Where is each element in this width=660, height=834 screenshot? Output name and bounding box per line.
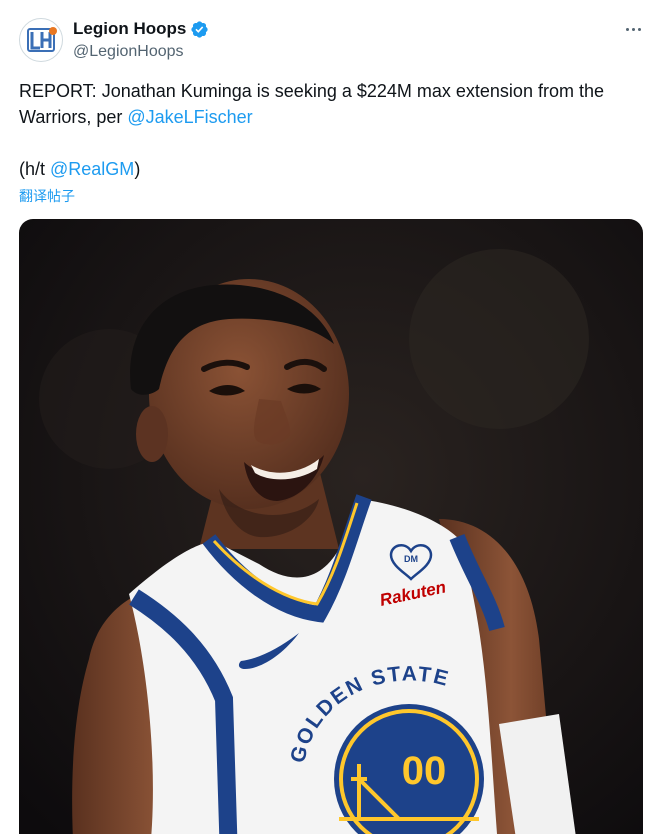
tweet-card: Legion Hoops @LegionHoops REPORT: Jonath… bbox=[0, 0, 660, 834]
svg-text:DM: DM bbox=[404, 554, 418, 564]
translate-post-link[interactable]: 翻译帖子 bbox=[19, 187, 75, 205]
tweet-text: REPORT: Jonathan Kuminga is seeking a $2… bbox=[19, 78, 644, 182]
player-photo: DM Rakuten GOLDEN STATE 00 bbox=[19, 219, 643, 834]
tweet-photo[interactable]: DM Rakuten GOLDEN STATE 00 bbox=[19, 219, 643, 834]
verified-badge-icon bbox=[191, 20, 208, 38]
mention-realgm-link[interactable]: @RealGM bbox=[50, 159, 134, 179]
author-name-row: Legion Hoops bbox=[73, 19, 209, 39]
hat-tip-prefix: (h/t bbox=[19, 159, 51, 179]
mention-jakelfischer-link[interactable]: @JakeLFischer bbox=[127, 107, 252, 127]
hat-tip-suffix: ) bbox=[134, 159, 141, 179]
tweet-text-paragraph-2: (h/t @RealGM) bbox=[19, 156, 644, 182]
jersey-number: 00 bbox=[402, 749, 447, 793]
author-display-name[interactable]: Legion Hoops bbox=[73, 19, 186, 39]
more-options-icon bbox=[625, 27, 629, 31]
more-options-button[interactable] bbox=[620, 18, 646, 40]
author-avatar[interactable] bbox=[19, 18, 63, 62]
tweet-text-line1: REPORT: Jonathan Kuminga is seeking a $2… bbox=[19, 81, 604, 127]
legion-hoops-logo-icon bbox=[27, 27, 57, 52]
tweet-text-paragraph-1: REPORT: Jonathan Kuminga is seeking a $2… bbox=[19, 78, 644, 130]
author-handle[interactable]: @LegionHoops bbox=[73, 42, 184, 62]
